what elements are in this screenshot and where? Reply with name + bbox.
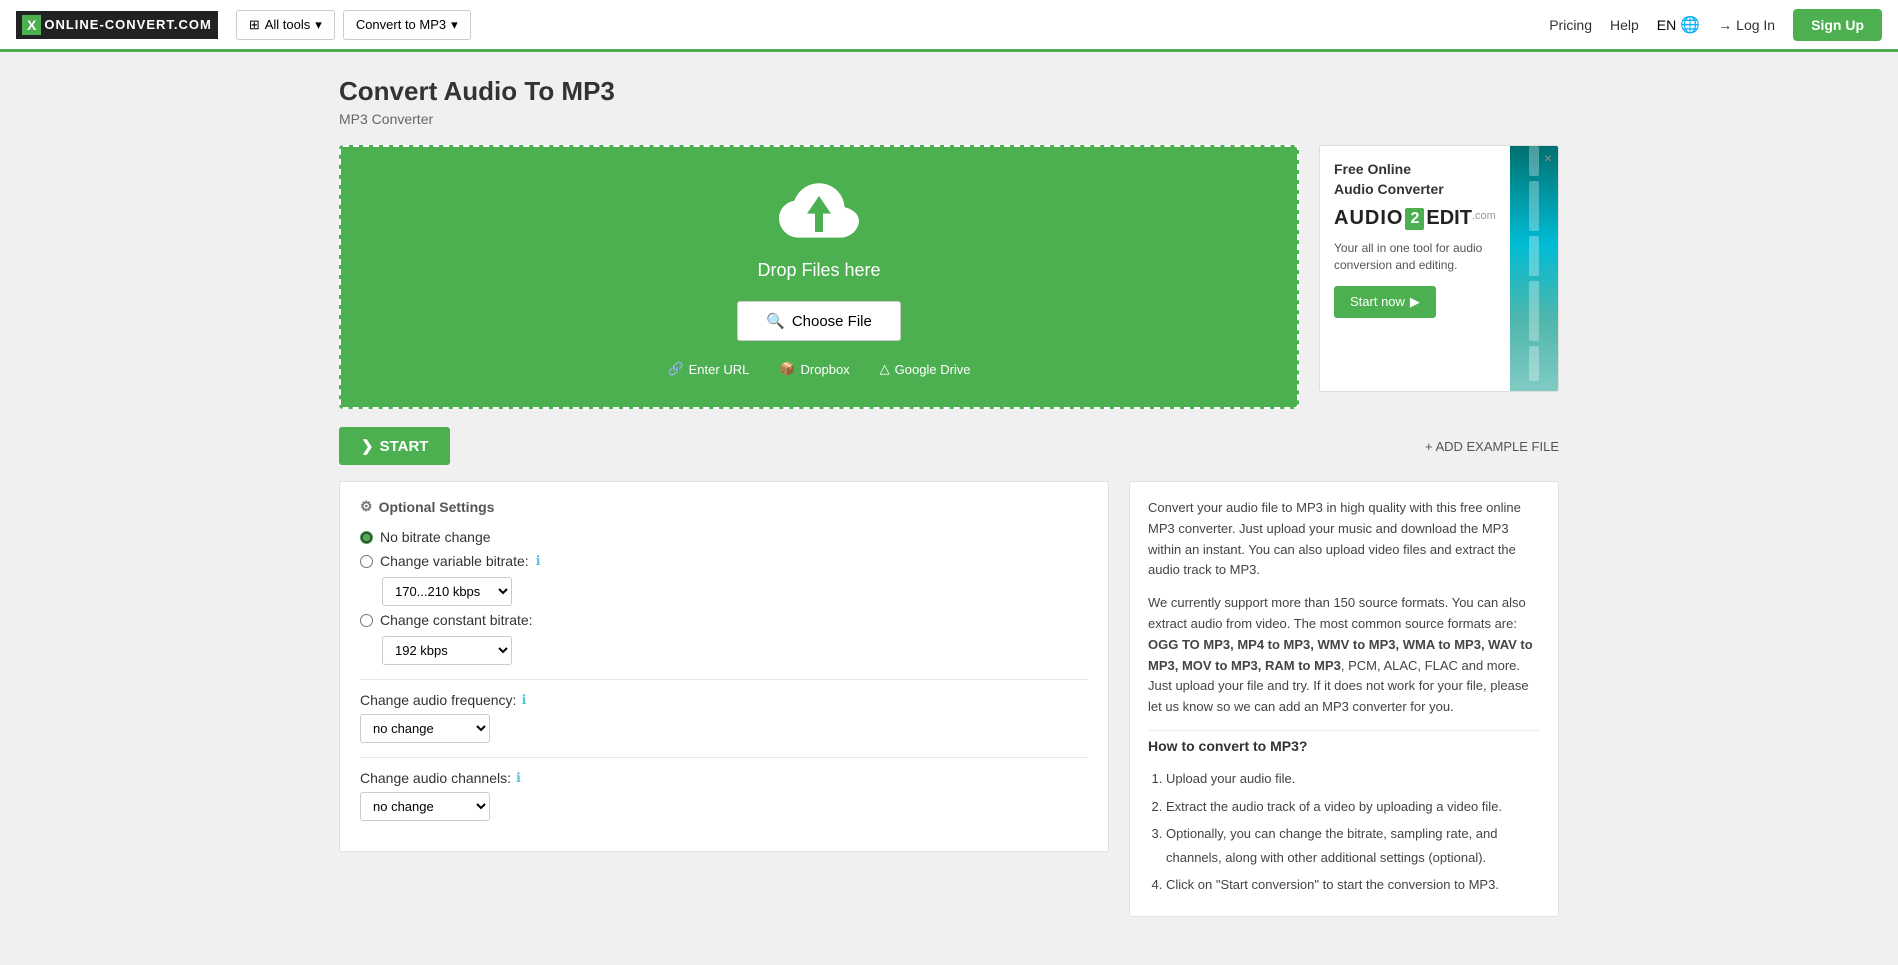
list-item: Click on "Start conversion" to start the… [1166,873,1540,896]
frequency-select[interactable]: no change 8000 Hz 11025 Hz 16000 Hz 2205… [360,714,490,743]
help-link[interactable]: Help [1610,17,1639,33]
frequency-info-icon[interactable]: ℹ [521,692,526,708]
bitrate-radio-group: No bitrate change Change variable bitrat… [360,529,1088,665]
top-row: Drop Files here 🔍 Choose File 🔗 Enter UR… [339,145,1559,409]
ad-panel: × Free Online Audio Converter AUDIO 2 ED… [1319,145,1559,392]
audio-frequency-group: Change audio frequency: ℹ no change 8000… [360,692,1088,743]
header-right: Pricing Help EN 🌐 → Log In Sign Up [1549,9,1882,41]
variable-bitrate-option: Change variable bitrate: ℹ [360,553,1088,569]
ad-bar-4 [1529,281,1539,341]
page-title: Convert Audio To MP3 [339,76,1559,107]
no-bitrate-option: No bitrate change [360,529,1088,545]
optional-settings-panel: ⚙ Optional Settings No bitrate change Ch… [339,481,1109,852]
main-content: Convert Audio To MP3 MP3 Converter Drop … [319,52,1579,941]
page-subtitle: MP3 Converter [339,111,1559,127]
audio-channels-group: Change audio channels: ℹ no change 1 (mo… [360,770,1088,821]
variable-bitrate-select-wrap: 170...210 kbps 130...170 kbps 190...250 … [382,577,1088,606]
variable-bitrate-radio[interactable] [360,555,373,568]
constant-bitrate-label: Change constant bitrate: [380,612,533,628]
channels-select[interactable]: no change 1 (mono) 2 (stereo) [360,792,490,821]
how-to-list: Upload your audio file. Extract the audi… [1148,767,1540,896]
all-tools-button[interactable]: ⊞ All tools ▾ [236,10,335,40]
constant-bitrate-select[interactable]: 192 kbps 128 kbps 256 kbps 320 kbps 64 k… [382,636,512,665]
language-button[interactable]: EN 🌐 [1657,15,1700,35]
gear-icon: ⚙ [360,498,373,515]
add-example-button[interactable]: + ADD EXAMPLE FILE [1425,439,1559,454]
ad-decoration [1510,146,1558,391]
chevron-right-icon: ❯ [361,437,374,455]
ad-content: Free Online Audio Converter AUDIO 2 EDIT… [1320,146,1558,391]
variable-bitrate-select[interactable]: 170...210 kbps 130...170 kbps 190...250 … [382,577,512,606]
dropbox-link[interactable]: 📦 Dropbox [779,361,849,377]
choose-file-button[interactable]: 🔍 Choose File [737,301,901,341]
list-item: Upload your audio file. [1166,767,1540,790]
ad-left: Free Online Audio Converter AUDIO 2 EDIT… [1320,146,1510,391]
search-icon: 🔍 [766,312,785,330]
ad-bar-2 [1529,181,1539,231]
logo[interactable]: X ONLINE-CONVERT.COM [16,11,218,39]
link-row: 🔗 Enter URL 📦 Dropbox △ Google Drive [667,361,970,377]
logo-x: X [22,15,41,35]
dropbox-icon: 📦 [779,361,795,377]
start-button[interactable]: ❯ START [339,427,450,465]
drive-icon: △ [880,361,890,377]
list-item: Extract the audio track of a video by up… [1166,795,1540,818]
ad-free-title: Free Online Audio Converter [1334,160,1496,199]
ad-tagline: Your all in one tool for audio conversio… [1334,240,1496,274]
chevron-down-icon-convert: ▾ [451,17,458,33]
frequency-select-wrap: no change 8000 Hz 11025 Hz 16000 Hz 2205… [360,714,1088,743]
ad-cta-button[interactable]: Start now ▶ [1334,286,1436,318]
info-paragraph-1: Convert your audio file to MP3 in high q… [1148,498,1540,581]
audio-frequency-label: Change audio frequency: ℹ [360,692,1088,708]
drop-text: Drop Files here [757,260,880,281]
settings-info-row: ⚙ Optional Settings No bitrate change Ch… [339,481,1559,917]
info-paragraph-2: We currently support more than 150 sourc… [1148,593,1540,718]
convert-to-mp3-button[interactable]: Convert to MP3 ▾ [343,10,471,40]
constant-bitrate-option: Change constant bitrate: [360,612,1088,628]
ad-bar-5 [1529,346,1539,381]
logo-text: ONLINE-CONVERT.COM [44,17,212,32]
settings-title: ⚙ Optional Settings [360,498,1088,515]
start-row: ❯ START + ADD EXAMPLE FILE [339,427,1559,465]
no-bitrate-radio[interactable] [360,531,373,544]
arrow-right-icon: ▶ [1410,294,1420,310]
constant-bitrate-select-wrap: 192 kbps 128 kbps 256 kbps 320 kbps 64 k… [382,636,1088,665]
pricing-link[interactable]: Pricing [1549,17,1592,33]
audio-channels-label: Change audio channels: ℹ [360,770,1088,786]
cloud-upload-icon [779,177,859,250]
channels-select-wrap: no change 1 (mono) 2 (stereo) [360,792,1088,821]
dropzone[interactable]: Drop Files here 🔍 Choose File 🔗 Enter UR… [339,145,1299,409]
channels-info-icon[interactable]: ℹ [516,770,521,786]
chevron-down-icon: ▾ [315,17,322,33]
list-item: Optionally, you can change the bitrate, … [1166,822,1540,869]
globe-icon: 🌐 [1680,15,1700,35]
ad-brand: AUDIO 2 EDIT .com [1334,207,1496,230]
how-to-title: How to convert to MP3? [1148,730,1540,757]
arrow-icon: → [1718,17,1732,33]
google-drive-link[interactable]: △ Google Drive [880,361,971,377]
grid-icon: ⊞ [249,17,260,33]
variable-info-icon[interactable]: ℹ [536,553,541,569]
ad-bar-3 [1529,236,1539,276]
header: X ONLINE-CONVERT.COM ⊞ All tools ▾ Conve… [0,0,1898,52]
info-panel: Convert your audio file to MP3 in high q… [1129,481,1559,917]
login-button[interactable]: → Log In [1718,17,1775,33]
signup-button[interactable]: Sign Up [1793,9,1882,41]
link-icon: 🔗 [667,361,683,377]
enter-url-link[interactable]: 🔗 Enter URL [667,361,749,377]
constant-bitrate-radio[interactable] [360,614,373,627]
variable-bitrate-label: Change variable bitrate: [380,553,529,569]
ad-bar-1 [1529,146,1539,176]
ad-close-button[interactable]: × [1544,150,1552,166]
no-bitrate-label: No bitrate change [380,529,491,545]
